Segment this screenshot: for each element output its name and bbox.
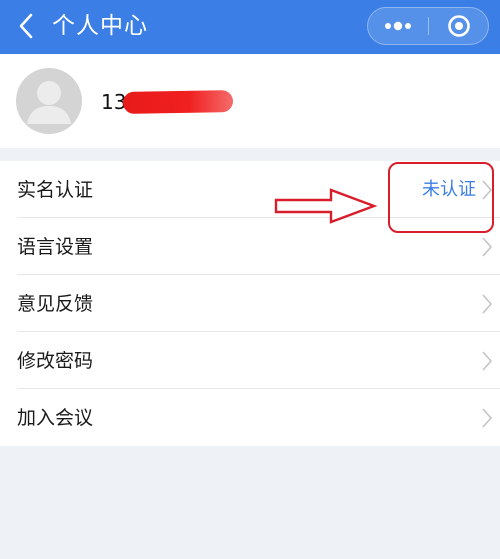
chevron-right-icon [482, 237, 493, 257]
chevron-right-icon [482, 351, 493, 371]
page-title: 个人中心 [52, 13, 148, 39]
redaction-mark [122, 90, 234, 114]
menu-item-label: 意见反馈 [17, 293, 94, 315]
chevron-right-icon [482, 294, 493, 314]
menu-item-feedback[interactable]: 意见反馈 [0, 275, 500, 332]
annotation-highlight-box [388, 162, 494, 233]
chevron-right-icon [482, 408, 493, 428]
menu-item-label: 语言设置 [17, 236, 94, 258]
profile-card: 13 [0, 54, 500, 148]
back-button[interactable] [10, 9, 42, 43]
more-button[interactable] [368, 8, 428, 44]
close-button[interactable] [429, 8, 489, 44]
target-close-icon [448, 15, 470, 37]
menu-item-label: 加入会议 [17, 407, 94, 429]
menu-item-join-meeting[interactable]: 加入会议 [0, 389, 500, 446]
annotation-arrow-icon [274, 188, 378, 224]
avatar[interactable] [16, 68, 82, 134]
mini-program-capsule [367, 7, 489, 45]
more-dots-icon [385, 21, 411, 31]
chevron-left-icon [19, 13, 33, 39]
default-user-avatar-icon [27, 81, 71, 124]
menu-item-change-password[interactable]: 修改密码 [0, 332, 500, 389]
menu-item-label: 实名认证 [17, 179, 94, 201]
navigation-bar: 个人中心 [0, 0, 500, 54]
menu-item-label: 修改密码 [17, 350, 94, 372]
